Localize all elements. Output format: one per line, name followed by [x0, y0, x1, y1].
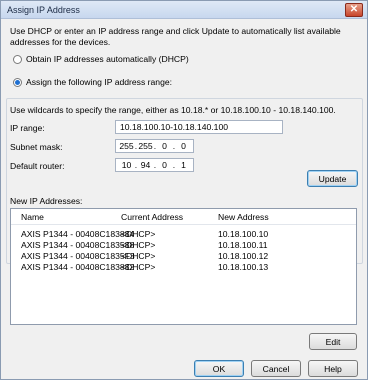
- row-current-address: <DHCP>: [121, 229, 156, 239]
- title-bar: Assign IP Address ✕: [1, 1, 367, 19]
- ok-button[interactable]: OK: [194, 360, 244, 377]
- radio-assign[interactable]: Assign the following IP address range:: [13, 77, 172, 87]
- table-row[interactable]: AXIS P1344 - 00408C183882 <DHCP> 10.18.1…: [11, 262, 356, 272]
- row-name: AXIS P1344 - 00408C183882: [21, 262, 135, 272]
- edit-button[interactable]: Edit: [309, 333, 357, 350]
- subnet-octet-1[interactable]: 255: [119, 141, 134, 151]
- wildcard-hint: Use wildcards to specify the range, eith…: [10, 105, 336, 115]
- default-router-input[interactable]: 10. 94. 0. 1: [115, 158, 194, 172]
- radio-assign-label[interactable]: Assign the following IP address range:: [26, 77, 172, 87]
- ip-range-input[interactable]: 10.18.100.10-10.18.140.100: [115, 120, 283, 134]
- radio-assign-circle[interactable]: [13, 77, 22, 87]
- column-new-address[interactable]: New Address: [218, 212, 269, 222]
- default-router-label: Default router:: [10, 161, 65, 171]
- row-name: AXIS P1344 - 00408C183884: [21, 229, 135, 239]
- intro-text: Use DHCP or enter an IP address range an…: [10, 26, 341, 47]
- row-new-address: 10.18.100.11: [218, 240, 268, 250]
- radio-dhcp-circle[interactable]: [13, 54, 22, 64]
- router-octet-4[interactable]: 1: [176, 160, 191, 170]
- radio-dhcp[interactable]: Obtain IP addresses automatically (DHCP): [13, 54, 189, 64]
- row-new-address: 10.18.100.12: [218, 251, 269, 261]
- list-header: Name Current Address New Address: [11, 209, 356, 225]
- help-button[interactable]: Help: [308, 360, 358, 377]
- subnet-octet-4[interactable]: 0: [176, 141, 191, 151]
- new-ip-addresses-label: New IP Addresses:: [10, 196, 83, 206]
- radio-dhcp-label[interactable]: Obtain IP addresses automatically (DHCP): [26, 54, 189, 64]
- update-button[interactable]: Update: [307, 170, 358, 187]
- assign-ip-dialog: Assign IP Address ✕ Use DHCP or enter an…: [0, 0, 368, 380]
- dialog-content: Use DHCP or enter an IP address range an…: [1, 19, 367, 379]
- close-icon[interactable]: ✕: [345, 3, 363, 17]
- router-octet-2[interactable]: 94: [138, 160, 153, 170]
- table-row[interactable]: AXIS P1344 - 00408C1835F3 <DHCP> 10.18.1…: [11, 251, 356, 261]
- router-octet-1[interactable]: 10: [119, 160, 134, 170]
- row-name: AXIS P1344 - 00408C1835F3: [21, 251, 135, 261]
- router-octet-3[interactable]: 0: [157, 160, 172, 170]
- column-name[interactable]: Name: [21, 212, 44, 222]
- ip-range-label: IP range:: [10, 123, 45, 133]
- radio-selected-dot: [15, 79, 20, 85]
- dialog-title: Assign IP Address: [7, 5, 80, 15]
- cancel-button[interactable]: Cancel: [251, 360, 301, 377]
- row-new-address: 10.18.100.10: [218, 229, 269, 239]
- subnet-octet-2[interactable]: 255: [138, 141, 153, 151]
- table-row[interactable]: AXIS P1344 - 00408C183588 <DHCP> 10.18.1…: [11, 240, 356, 250]
- row-current-address: <DHCP>: [121, 262, 156, 272]
- column-current-address[interactable]: Current Address: [121, 212, 183, 222]
- row-new-address: 10.18.100.13: [218, 262, 269, 272]
- row-current-address: <DHCP>: [121, 251, 156, 261]
- subnet-mask-input[interactable]: 255. 255. 0. 0: [115, 139, 194, 153]
- row-name: AXIS P1344 - 00408C183588: [21, 240, 135, 250]
- subnet-octet-3[interactable]: 0: [157, 141, 172, 151]
- subnet-mask-label: Subnet mask:: [10, 142, 63, 152]
- new-ip-list[interactable]: Name Current Address New Address AXIS P1…: [10, 208, 357, 325]
- row-current-address: <DHCP>: [121, 240, 156, 250]
- table-row[interactable]: AXIS P1344 - 00408C183884 <DHCP> 10.18.1…: [11, 229, 356, 239]
